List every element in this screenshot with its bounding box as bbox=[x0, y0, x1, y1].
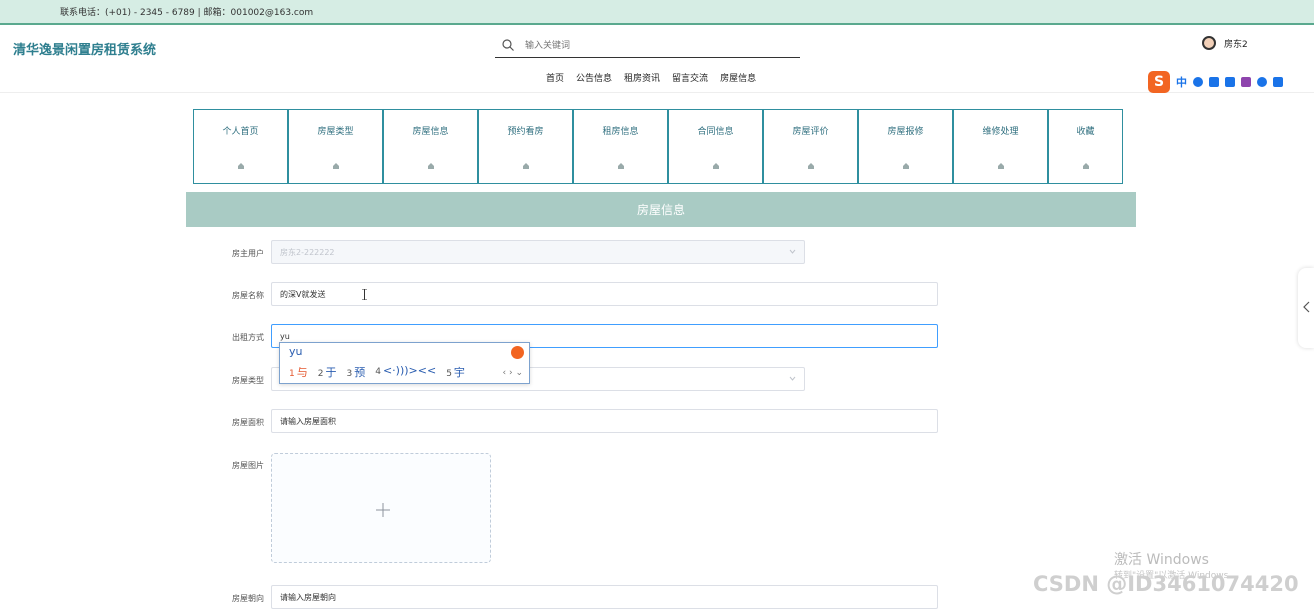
home-icon bbox=[427, 163, 434, 169]
nav-house-info[interactable]: 房屋信息 bbox=[720, 71, 756, 84]
ime-toolbar: S 中 bbox=[1148, 71, 1314, 93]
menu-viewing-booking[interactable]: 预约看房 bbox=[478, 109, 573, 184]
menu-contract-info[interactable]: 合同信息 bbox=[668, 109, 763, 184]
menu-label: 收藏 bbox=[1076, 127, 1095, 137]
main-nav: 首页 公告信息 租房资讯 留言交流 房屋信息 bbox=[546, 71, 756, 84]
toolbox-icon[interactable] bbox=[1273, 77, 1283, 87]
house-photo-label: 房屋图片 bbox=[232, 461, 264, 470]
menu-rental-info[interactable]: 租房信息 bbox=[573, 109, 668, 184]
ime-candidate[interactable]: 5宇 bbox=[446, 364, 465, 380]
text-cursor-icon bbox=[362, 289, 367, 300]
owner-label: 房主用户 bbox=[232, 249, 264, 258]
user-center-menu: 个人首页 房屋类型 房屋信息 预约看房 租房信息 合同信息 房屋评价 房屋报修 … bbox=[193, 109, 1123, 184]
owner-value: 房东2-222222 bbox=[280, 247, 335, 257]
menu-label: 预约看房 bbox=[507, 127, 544, 137]
ime-candidate[interactable]: 3预 bbox=[346, 364, 365, 380]
home-icon bbox=[712, 163, 719, 169]
orientation-label: 房屋朝向 bbox=[232, 594, 264, 603]
top-contact-bar: 联系电话：(+01) - 2345 - 6789 | 邮箱：001002@163… bbox=[0, 0, 1314, 25]
house-name-input[interactable]: 的深V就发送 bbox=[271, 282, 938, 306]
ime-candidate[interactable]: 4 <·)))><< bbox=[375, 364, 436, 380]
chevron-down-icon bbox=[789, 376, 796, 381]
avatar bbox=[1202, 36, 1216, 50]
ime-pager[interactable]: ‹ › ⌄ bbox=[503, 368, 523, 378]
chevron-left-icon bbox=[1303, 301, 1310, 313]
keyboard-icon[interactable] bbox=[1225, 77, 1235, 87]
house-area-placeholder: 请输入房屋面积 bbox=[280, 416, 336, 426]
menu-personal-home[interactable]: 个人首页 bbox=[193, 109, 288, 184]
ime-candidate[interactable]: 2于 bbox=[318, 364, 337, 380]
nav-announcements[interactable]: 公告信息 bbox=[576, 71, 612, 84]
contact-info: 联系电话：(+01) - 2345 - 6789 | 邮箱：001002@163… bbox=[60, 8, 314, 18]
orientation-input[interactable]: 请输入房屋朝向 bbox=[271, 585, 938, 609]
menu-house-review[interactable]: 房屋评价 bbox=[763, 109, 858, 184]
ime-candidate-popup: yu 1与 2于 3预 4 <·)))><< 5宇 ‹ › ⌄ bbox=[279, 342, 530, 384]
menu-repair-request[interactable]: 房屋报修 bbox=[858, 109, 953, 184]
skin-icon[interactable] bbox=[1241, 77, 1251, 87]
home-icon bbox=[902, 163, 909, 169]
menu-favorites[interactable]: 收藏 bbox=[1048, 109, 1123, 184]
menu-label: 维修处理 bbox=[982, 127, 1019, 137]
menu-label: 房屋信息 bbox=[412, 127, 449, 137]
home-icon bbox=[332, 163, 339, 169]
menu-label: 租房信息 bbox=[602, 127, 639, 137]
menu-label: 合同信息 bbox=[697, 127, 734, 137]
rent-mode-label: 出租方式 bbox=[232, 333, 264, 342]
orientation-placeholder: 请输入房屋朝向 bbox=[280, 592, 336, 602]
assistant-icon[interactable] bbox=[1257, 77, 1267, 87]
search-icon[interactable] bbox=[501, 38, 515, 52]
house-area-input[interactable]: 请输入房屋面积 bbox=[271, 409, 938, 433]
microphone-icon[interactable] bbox=[1209, 77, 1219, 87]
home-icon bbox=[522, 163, 529, 169]
menu-house-info[interactable]: 房屋信息 bbox=[383, 109, 478, 184]
search-box bbox=[495, 35, 800, 58]
search-input[interactable] bbox=[525, 38, 785, 54]
collapse-side-tab[interactable] bbox=[1298, 268, 1314, 348]
site-header: 清华逸景闲置房租赁系统 首页 公告信息 租房资讯 留言交流 房屋信息 房东2 S… bbox=[0, 27, 1314, 93]
ime-skin-icon[interactable] bbox=[511, 346, 524, 359]
home-icon bbox=[617, 163, 624, 169]
nav-messages[interactable]: 留言交流 bbox=[672, 71, 708, 84]
punctuation-icon[interactable] bbox=[1193, 77, 1203, 87]
chevron-down-icon bbox=[789, 249, 796, 254]
ime-candidates: 1与 2于 3预 4 <·)))><< 5宇 bbox=[289, 364, 465, 380]
plus-icon bbox=[376, 503, 390, 517]
csdn-watermark: CSDN @ID3461074420 bbox=[1033, 572, 1299, 596]
home-icon bbox=[237, 163, 244, 169]
home-icon bbox=[807, 163, 814, 169]
home-icon bbox=[997, 163, 1004, 169]
house-type-label: 房屋类型 bbox=[232, 376, 264, 385]
home-icon bbox=[1082, 163, 1089, 169]
house-name-value: 的深V就发送 bbox=[280, 289, 326, 299]
ime-candidate[interactable]: 1与 bbox=[289, 364, 308, 380]
user-menu[interactable]: 房东2 bbox=[1200, 35, 1260, 51]
user-name: 房东2 bbox=[1224, 40, 1248, 50]
house-area-label: 房屋面积 bbox=[232, 418, 264, 427]
menu-label: 个人首页 bbox=[222, 127, 259, 137]
owner-select: 房东2-222222 bbox=[271, 240, 805, 264]
ime-composition: yu bbox=[289, 345, 303, 358]
menu-label: 房屋类型 bbox=[317, 127, 354, 137]
house-name-label: 房屋名称 bbox=[232, 291, 264, 300]
menu-repair-handling[interactable]: 维修处理 bbox=[953, 109, 1048, 184]
windows-activation-title: 激活 Windows bbox=[1114, 552, 1209, 568]
menu-label: 房屋评价 bbox=[792, 127, 829, 137]
photo-uploader[interactable] bbox=[271, 453, 491, 563]
sogou-logo-icon[interactable]: S bbox=[1148, 71, 1170, 93]
rent-mode-value: yu bbox=[280, 331, 290, 341]
nav-home[interactable]: 首页 bbox=[546, 71, 564, 84]
menu-house-type[interactable]: 房屋类型 bbox=[288, 109, 383, 184]
section-title: 房屋信息 bbox=[186, 192, 1136, 227]
ime-mode-label[interactable]: 中 bbox=[1176, 74, 1187, 90]
site-brand[interactable]: 清华逸景闲置房租赁系统 bbox=[13, 39, 156, 58]
nav-rental-news[interactable]: 租房资讯 bbox=[624, 71, 660, 84]
menu-label: 房屋报修 bbox=[887, 127, 924, 137]
